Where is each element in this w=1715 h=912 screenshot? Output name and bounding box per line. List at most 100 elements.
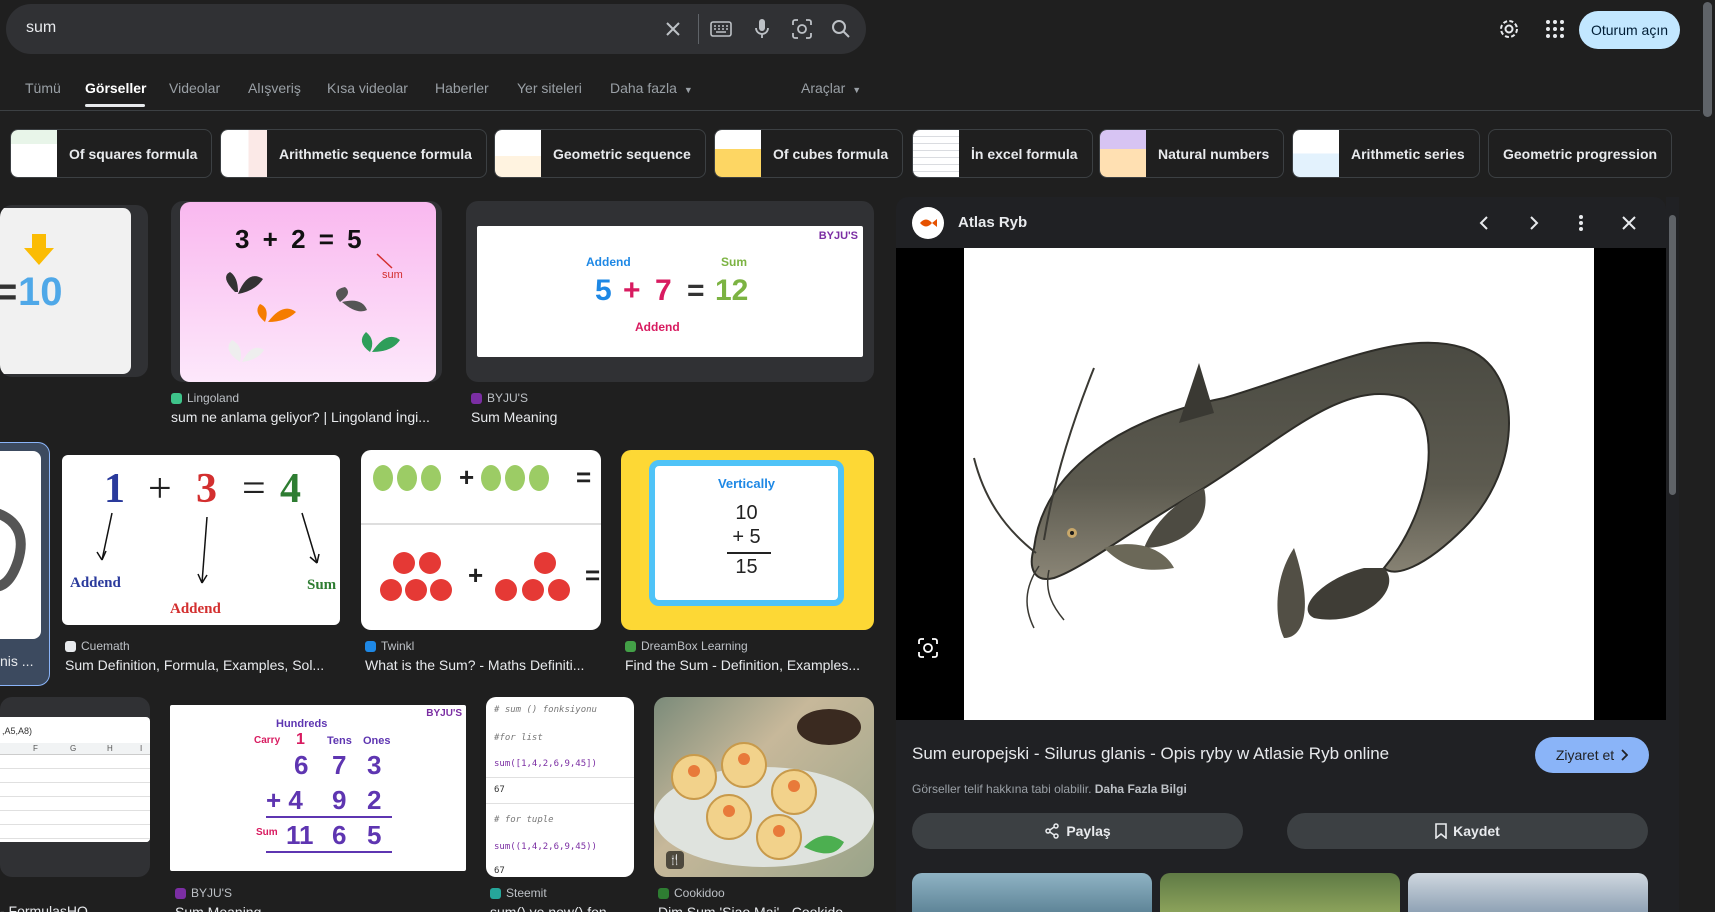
result-source[interactable]: Cuemath xyxy=(65,639,130,653)
active-tab-indicator xyxy=(85,104,145,107)
chip-label: Arithmetic series xyxy=(1351,145,1465,162)
chip-label: Geometric sequence xyxy=(553,145,691,162)
lens-icon[interactable] xyxy=(790,17,814,41)
chip-label: Geometric progression xyxy=(1503,145,1658,162)
result-title[interactable]: sum() ve now() fon... xyxy=(490,904,630,912)
result-title[interactable]: sum ne anlama geliyor? | Lingoland İngi.… xyxy=(171,409,443,425)
save-button[interactable]: Kaydet xyxy=(1287,813,1648,849)
chip-geometric-sequence[interactable]: Geometric sequence xyxy=(494,129,706,178)
result-source[interactable]: DreamBox Learning xyxy=(625,639,748,653)
chip-natural-numbers[interactable]: Natural numbers xyxy=(1099,129,1285,178)
bookmark-icon xyxy=(1435,823,1447,839)
result-card[interactable]: 1 + 3 = 4 Addend Addend Sum xyxy=(62,455,340,625)
result-image-text: + xyxy=(459,462,475,492)
chip-squares-formula[interactable]: Of squares formula xyxy=(10,129,213,178)
result-title[interactable]: Sum Meaning xyxy=(175,904,455,912)
result-image-text: 15 xyxy=(735,556,758,578)
search-icon[interactable] xyxy=(829,17,853,41)
chip-excel-formula[interactable]: İn excel formula xyxy=(912,129,1093,178)
clear-icon[interactable] xyxy=(661,17,685,41)
result-card[interactable]: 🍴 xyxy=(654,697,874,877)
result-source[interactable]: BYJU'S xyxy=(175,886,232,900)
close-icon[interactable] xyxy=(1617,211,1641,235)
result-card[interactable]: 3 + 2 = 5 sum xyxy=(171,201,442,382)
preview-scrollbar-thumb[interactable] xyxy=(1669,215,1676,495)
result-image-text: 5 xyxy=(595,274,612,307)
result-source-name: Twinkl xyxy=(381,639,415,653)
page-scrollbar[interactable] xyxy=(1700,0,1715,912)
result-card[interactable]: # sum () fonksiyonu #for list sum([1,4,2… xyxy=(486,697,634,877)
result-source[interactable]: Twinkl xyxy=(365,639,414,653)
related-image[interactable] xyxy=(912,873,1152,912)
chip-thumbnail xyxy=(1100,130,1146,177)
result-card[interactable]: 10 = xyxy=(0,205,148,377)
tab-places[interactable]: Yer siteleri xyxy=(517,80,582,96)
preview-source-name[interactable]: Atlas Ryb xyxy=(958,214,1027,231)
result-image-text: 7 xyxy=(332,750,347,780)
more-options-icon[interactable] xyxy=(1569,211,1593,235)
related-image[interactable] xyxy=(1408,873,1648,912)
tab-images[interactable]: Görseller xyxy=(85,80,146,96)
tab-news[interactable]: Haberler xyxy=(435,80,489,96)
result-source-name: Cookidoo xyxy=(674,886,725,900)
page-scrollbar-thumb[interactable] xyxy=(1703,2,1712,117)
chip-label: Natural numbers xyxy=(1158,145,1270,162)
result-source[interactable]: Cookidoo xyxy=(658,886,725,900)
result-card[interactable]: Vertically 10 + 5 15 xyxy=(621,450,874,630)
chip-arithmetic-series[interactable]: Arithmetic series xyxy=(1292,129,1480,178)
result-title[interactable]: - FormulasHQ xyxy=(0,903,148,912)
chip-geometric-progression[interactable]: Geometric progression xyxy=(1488,129,1673,178)
result-image-text: 9 xyxy=(332,785,347,815)
result-title[interactable]: Sum Meaning xyxy=(471,409,771,425)
result-source[interactable]: Lingoland xyxy=(171,391,239,405)
result-card[interactable]: BYJU'S Hundreds Tens Ones Carry 1 6 7 3 … xyxy=(170,705,466,871)
signin-button[interactable]: Oturum açın xyxy=(1579,11,1680,49)
selected-result-card[interactable]: nis ... xyxy=(0,442,50,686)
tab-shopping[interactable]: Alışveriş xyxy=(248,80,301,96)
result-image-text: 10 xyxy=(18,270,63,314)
next-arrow-icon[interactable] xyxy=(1521,211,1545,235)
tab-all[interactable]: Tümü xyxy=(25,80,61,96)
tab-short-videos[interactable]: Kısa videolar xyxy=(327,80,408,96)
share-icon xyxy=(1045,823,1060,839)
copyright-text: Görseller telif hakkına tabi olabilir. xyxy=(912,782,1092,796)
visual-search-lens-icon[interactable] xyxy=(916,636,940,660)
previous-arrow-icon[interactable] xyxy=(1473,211,1497,235)
result-image-text: 5 xyxy=(367,820,382,850)
visit-button[interactable]: Ziyaret et xyxy=(1535,737,1649,773)
result-image-text: Addend xyxy=(586,255,631,269)
preview-title[interactable]: Sum europejski - Silurus glanis - Opis r… xyxy=(912,744,1389,764)
result-title[interactable]: What is the Sum? - Maths Definiti... xyxy=(365,657,595,673)
search-box[interactable]: sum xyxy=(6,4,866,54)
result-source-name: Steemit xyxy=(506,886,547,900)
chip-arithmetic-sequence-formula[interactable]: Arithmetic sequence formula xyxy=(220,129,487,178)
result-image-text: H xyxy=(107,744,113,753)
preview-image[interactable] xyxy=(896,248,1666,720)
tab-videos[interactable]: Videolar xyxy=(169,80,220,96)
result-card[interactable]: ,A5,A8) F G H I xyxy=(0,697,150,877)
result-title[interactable]: Find the Sum - Definition, Examples... xyxy=(625,657,872,673)
tab-more[interactable]: Daha fazla ▼ xyxy=(610,80,693,96)
result-image-text: 12 xyxy=(715,274,749,307)
fruits-graphic xyxy=(361,465,601,601)
share-button[interactable]: Paylaş xyxy=(912,813,1243,849)
apps-grid-icon[interactable] xyxy=(1543,17,1567,41)
gear-icon[interactable] xyxy=(1497,17,1521,41)
result-source[interactable]: Steemit xyxy=(490,886,547,900)
result-card[interactable]: BYJU'S Addend Sum 5 + 7 = 12 Addend xyxy=(466,201,874,382)
microphone-icon[interactable] xyxy=(750,17,774,41)
keyboard-icon[interactable] xyxy=(709,17,733,41)
code-line: # sum () fonksiyonu xyxy=(494,705,597,715)
more-info-link[interactable]: Daha Fazla Bilgi xyxy=(1095,782,1187,796)
tools-button[interactable]: Araçlar ▼ xyxy=(801,80,861,96)
result-card[interactable]: + = + = xyxy=(361,450,601,630)
chip-cubes-formula[interactable]: Of cubes formula xyxy=(714,129,904,178)
chip-label: Of squares formula xyxy=(69,145,198,162)
preview-scrollbar[interactable] xyxy=(1666,197,1679,912)
result-title[interactable]: Dim Sum 'Siao Mai' - Cookido... xyxy=(658,904,874,912)
search-input[interactable]: sum xyxy=(26,19,56,37)
related-image[interactable] xyxy=(1160,873,1400,912)
result-image-text: 3 xyxy=(367,750,382,780)
result-title[interactable]: Sum Definition, Formula, Examples, Sol..… xyxy=(65,657,340,673)
result-source[interactable]: BYJU'S xyxy=(471,391,528,405)
